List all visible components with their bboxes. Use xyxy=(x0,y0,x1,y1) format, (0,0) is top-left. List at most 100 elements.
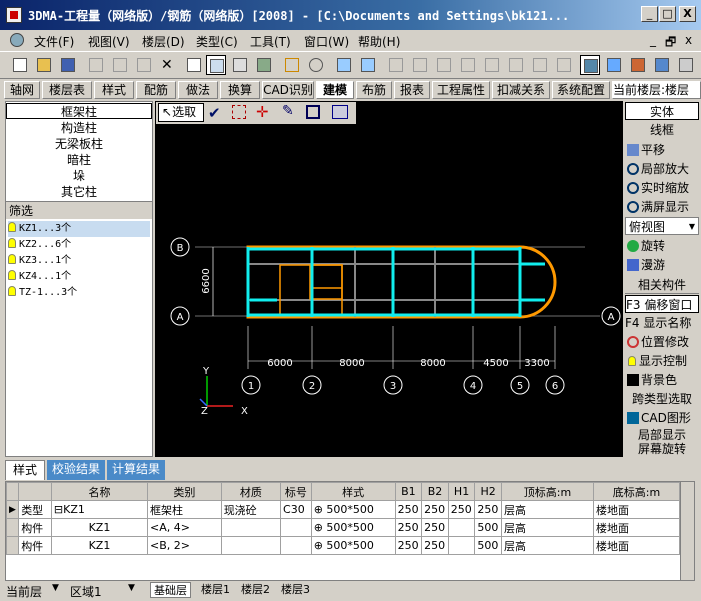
position-edit-button[interactable]: 位置修改 xyxy=(625,333,699,351)
cell-name[interactable]: KZ1 xyxy=(50,536,149,555)
cell-name[interactable]: ⊟KZ1 xyxy=(50,500,149,519)
tool-7-icon[interactable] xyxy=(530,55,550,75)
local-display-button[interactable]: 局部显示 xyxy=(625,428,699,442)
tab-floor-table[interactable]: 楼层表 xyxy=(42,81,92,99)
wander-button[interactable]: 漫游 xyxy=(625,256,699,274)
cell-grade[interactable]: C30 xyxy=(280,500,312,519)
solid-mode-button[interactable]: 实体 xyxy=(625,102,699,120)
cell-b2[interactable]: 250 xyxy=(421,536,449,555)
cell-h2[interactable]: 500 xyxy=(474,536,502,555)
vertical-scrollbar[interactable] xyxy=(680,482,694,580)
align-icon[interactable] xyxy=(332,105,348,119)
cell-category[interactable]: <A, 4> xyxy=(147,518,222,537)
cell-name[interactable]: KZ1 xyxy=(50,518,149,537)
cell-bottom-elevation[interactable]: 楼地面 xyxy=(593,536,680,555)
type-structural-column[interactable]: 构造柱 xyxy=(6,120,152,136)
type-hidden-column[interactable]: 暗柱 xyxy=(6,152,152,168)
list-item[interactable]: KZ3...1个 xyxy=(8,253,71,269)
tool-6-icon[interactable] xyxy=(506,55,526,75)
tool-4-icon[interactable] xyxy=(458,55,478,75)
tool-8-icon[interactable] xyxy=(554,55,574,75)
save-icon[interactable] xyxy=(58,55,78,75)
tab-project-props[interactable]: 工程属性 xyxy=(432,81,490,99)
cell-material[interactable] xyxy=(220,536,282,555)
cell-style[interactable]: ⊕ 500*500 xyxy=(310,500,396,519)
wireframe-mode-button[interactable]: 线框 xyxy=(625,121,699,139)
cell-b2[interactable]: 250 xyxy=(421,518,449,537)
tab-layout[interactable]: 布筋 xyxy=(356,81,392,99)
type-other-column[interactable]: 其它柱 xyxy=(6,184,152,200)
list-item[interactable]: TZ-1...3个 xyxy=(8,285,77,301)
cell-h2[interactable]: 250 xyxy=(474,500,502,519)
cross-type-select-button[interactable]: 跨类型选取 xyxy=(625,390,699,408)
paste-icon[interactable] xyxy=(134,55,154,75)
cell-h2[interactable]: 500 xyxy=(474,518,502,537)
tab-modeling[interactable]: 建模 xyxy=(316,81,354,99)
cell-h1[interactable]: 250 xyxy=(447,500,476,519)
cell-bottom-elevation[interactable]: 楼地面 xyxy=(593,518,680,537)
list-item[interactable]: KZ1...3个 xyxy=(8,221,150,237)
maximize-button[interactable]: □ xyxy=(659,6,676,22)
menu-file[interactable]: 文件(F) xyxy=(34,33,74,50)
display-control-button[interactable]: 显示控制 xyxy=(625,352,699,370)
eyedropper-icon[interactable]: ✎ xyxy=(282,103,294,119)
cell-category[interactable]: <B, 2> xyxy=(147,536,222,555)
cell-b1[interactable]: 250 xyxy=(394,536,423,555)
tab-calc-results[interactable]: 计算结果 xyxy=(107,460,165,480)
type-pier[interactable]: 垛 xyxy=(6,168,152,184)
cell-style[interactable]: ⊕ 500*500 xyxy=(310,536,396,555)
brick-icon[interactable] xyxy=(628,55,648,75)
cell-material[interactable]: 现浇砼 xyxy=(220,500,282,519)
list-item[interactable]: KZ4...1个 xyxy=(8,269,71,285)
list-item[interactable]: KZ2...6个 xyxy=(8,237,71,253)
wall-icon[interactable] xyxy=(652,55,672,75)
tab-rebar[interactable]: 配筋 xyxy=(136,81,176,99)
tool-5-icon[interactable] xyxy=(482,55,502,75)
select-tool[interactable]: ↖选取 xyxy=(158,103,204,122)
tab-convert[interactable]: 换算 xyxy=(220,81,260,99)
table-row[interactable]: ▶ 类型 ⊟KZ1 框架柱 现浇砼 C30 ⊕ 500*500 250 250 … xyxy=(5,500,680,519)
new-file-icon[interactable] xyxy=(10,55,30,75)
offset-window-button[interactable]: F3 偏移窗口 xyxy=(625,295,699,313)
list-view-icon[interactable] xyxy=(184,55,204,75)
cell-category[interactable]: 框架柱 xyxy=(147,500,222,519)
table-row[interactable]: 构件 KZ1 <A, 4> ⊕ 500*500 250 250 500 层高 楼… xyxy=(5,518,680,537)
cell-h1[interactable] xyxy=(447,536,476,555)
tab-cad[interactable]: CAD识别 xyxy=(262,81,314,99)
area-select[interactable]: 区域1 xyxy=(70,583,102,600)
table-row[interactable]: 构件 KZ1 <B, 2> ⊕ 500*500 250 250 500 层高 楼… xyxy=(5,536,680,555)
box-select-icon[interactable] xyxy=(232,105,246,119)
properties-icon[interactable] xyxy=(230,55,250,75)
check-icon[interactable]: ✔ xyxy=(208,104,221,122)
menu-view[interactable]: 视图(V) xyxy=(88,33,130,50)
sheet-tab-floor2[interactable]: 楼层2 xyxy=(238,582,273,598)
background-color-button[interactable]: 背景色 xyxy=(625,371,699,389)
zoom-local-button[interactable]: 局部放大 xyxy=(625,160,699,178)
type-flatslab-column[interactable]: 无梁板柱 xyxy=(6,136,152,152)
stack-icon[interactable] xyxy=(358,55,378,75)
cell-bottom-elevation[interactable]: 楼地面 xyxy=(593,500,680,519)
cell-style[interactable]: ⊕ 500*500 xyxy=(310,518,396,537)
cad-graphic-button[interactable]: CAD图形 xyxy=(625,409,699,427)
minimize-button[interactable]: _ xyxy=(641,6,658,22)
tab-method[interactable]: 做法 xyxy=(178,81,218,99)
chevron-down-icon[interactable]: ▼ xyxy=(52,583,59,593)
cell-h1[interactable] xyxy=(447,518,476,537)
type-frame-column[interactable]: 框架柱 xyxy=(6,103,152,119)
show-names-button[interactable]: F4 显示名称 xyxy=(625,314,699,332)
cut-icon[interactable] xyxy=(86,55,106,75)
cell-material[interactable] xyxy=(220,518,282,537)
rotate-button[interactable]: 旋转 xyxy=(625,237,699,255)
menu-tools[interactable]: 工具(T) xyxy=(250,33,291,50)
search-icon[interactable] xyxy=(306,55,326,75)
layers-icon[interactable] xyxy=(334,55,354,75)
extra-icon[interactable] xyxy=(676,55,696,75)
tool-2-icon[interactable] xyxy=(410,55,430,75)
frame-icon[interactable] xyxy=(306,105,320,119)
cell-b2[interactable]: 250 xyxy=(421,500,449,519)
menu-help[interactable]: 帮助(H) xyxy=(358,33,400,50)
drawing-canvas[interactable]: B A A 6600 6000 8000 8000 4500 3300 1 2 … xyxy=(155,101,623,457)
pan-button[interactable]: 平移 xyxy=(625,141,699,159)
tool-3-icon[interactable] xyxy=(434,55,454,75)
delete-icon[interactable]: ✕ xyxy=(158,55,178,75)
